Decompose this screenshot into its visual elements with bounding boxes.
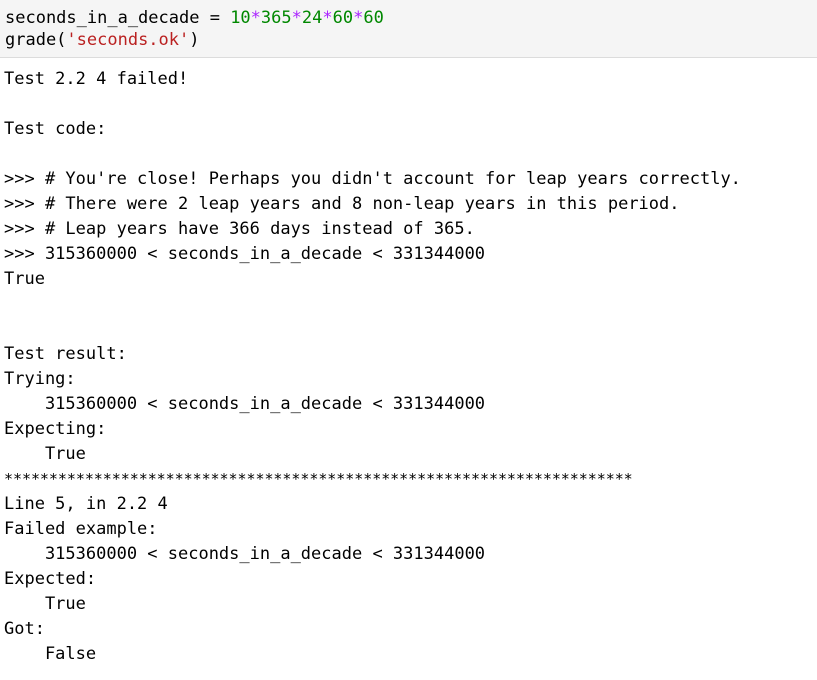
number-literal: 10: [230, 8, 251, 28]
multiply-operator: *: [322, 8, 333, 28]
output-line: Line 5, in 2.2 4: [4, 494, 168, 514]
output-line: Trying:: [4, 369, 76, 389]
output-line: >>> # There were 2 leap years and 8 non-…: [4, 194, 680, 214]
number-literal: 24: [301, 8, 323, 28]
string-literal: 'seconds.ok': [66, 30, 190, 50]
output-line: Got:: [4, 619, 45, 639]
number-literal: 60: [363, 8, 384, 28]
output-line: >>> 315360000 < seconds_in_a_decade < 33…: [4, 244, 486, 264]
separator-line: ****************************************…: [4, 470, 633, 488]
output-line: Expecting:: [4, 419, 107, 439]
output-line: True: [4, 444, 86, 464]
multiply-operator: *: [353, 8, 364, 28]
output-area: Test 2.2 4 failed! Test code: >>> # You'…: [0, 58, 817, 680]
output-line: 315360000 < seconds_in_a_decade < 331344…: [4, 394, 486, 414]
function-call: grade(: [5, 30, 67, 50]
output-line: Test 2.2 4 failed!: [4, 69, 189, 89]
output-line: Test code:: [4, 119, 107, 139]
output-line: True: [4, 594, 86, 614]
output-line: True: [4, 269, 45, 289]
code-input-cell[interactable]: seconds_in_a_decade = 10*365*24*60*60 gr…: [0, 0, 817, 58]
output-line: Expected:: [4, 569, 97, 589]
output-line: False: [4, 644, 97, 664]
number-literal: 365: [260, 8, 292, 28]
code-line-2: grade('seconds.ok'): [5, 29, 200, 51]
variable-name: seconds_in_a_decade: [5, 8, 200, 28]
output-line: Test result:: [4, 344, 127, 364]
multiply-operator: *: [250, 8, 261, 28]
number-literal: 60: [332, 8, 354, 28]
output-line: >>> # Leap years have 366 days instead o…: [4, 219, 475, 239]
assign-operator: =: [199, 8, 231, 28]
close-paren: ): [189, 30, 200, 50]
output-line: 315360000 < seconds_in_a_decade < 331344…: [4, 544, 486, 564]
code-line-1: seconds_in_a_decade = 10*365*24*60*60: [5, 7, 384, 29]
multiply-operator: *: [291, 8, 302, 28]
output-line: >>> # You're close! Perhaps you didn't a…: [4, 169, 741, 189]
output-line: Failed example:: [4, 519, 158, 539]
